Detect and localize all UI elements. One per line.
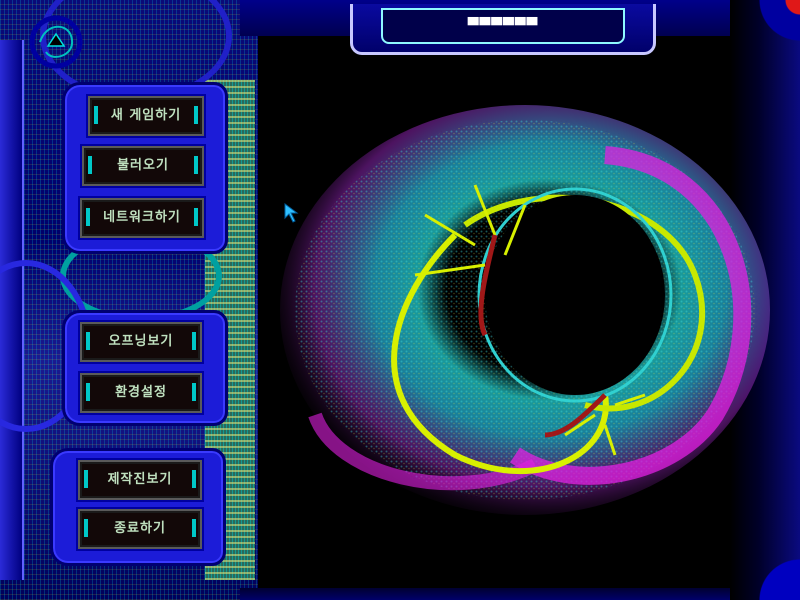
- top-right-corner-ornament: [740, 0, 800, 70]
- options-button[interactable]: 환경설정: [80, 373, 202, 413]
- bottom-frame-bar: [240, 588, 730, 600]
- logo-emblem-icon: [29, 15, 83, 69]
- game-title-screen: ▀▀▀▀▀▀ 새 게임하기 불러오기 네트워크하기 오프닝보기 환경설정 제작진…: [0, 0, 800, 600]
- title-plate: ▀▀▀▀▀▀: [350, 4, 656, 55]
- credits-button[interactable]: 제작진보기: [78, 460, 202, 500]
- load-button[interactable]: 불러오기: [82, 146, 204, 186]
- network-button[interactable]: 네트워크하기: [80, 198, 204, 238]
- view-intro-button[interactable]: 오프닝보기: [80, 322, 202, 362]
- cursor-arrow-icon: [284, 203, 299, 223]
- new-game-button[interactable]: 새 게임하기: [88, 96, 204, 136]
- quit-button[interactable]: 종료하기: [78, 509, 202, 549]
- title-label: ▀▀▀▀▀▀: [467, 18, 539, 34]
- title-plate-inner: ▀▀▀▀▀▀: [381, 8, 625, 44]
- bottom-right-corner-ornament: [730, 530, 800, 600]
- vortex-artwork: [280, 105, 770, 515]
